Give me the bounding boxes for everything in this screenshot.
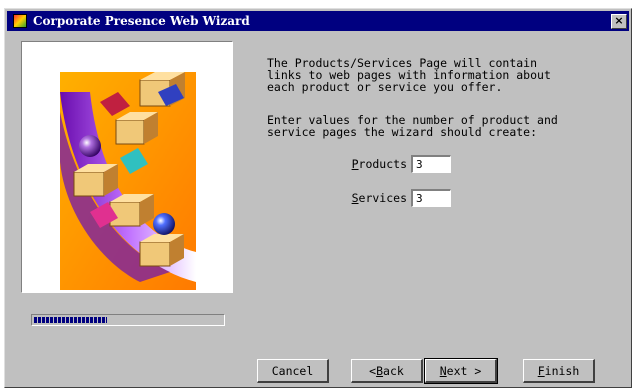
services-label: Services <box>351 191 407 205</box>
page-description: The Products/Services Page will contain … <box>267 45 617 159</box>
app-icon <box>13 14 27 28</box>
wizard-window: Corporate Presence Web Wizard × The Prod… <box>4 8 632 388</box>
description-paragraph-2: Enter values for the number of product a… <box>267 113 558 139</box>
illustration-globe <box>153 213 175 235</box>
back-button[interactable]: < Back <box>351 359 423 383</box>
progress-fill <box>34 317 107 323</box>
wizard-illustration-frame <box>21 41 233 293</box>
cancel-button[interactable]: Cancel <box>257 359 329 383</box>
next-button[interactable]: Next > <box>424 358 498 384</box>
services-input[interactable] <box>411 189 451 207</box>
title-bar[interactable]: Corporate Presence Web Wizard × <box>7 11 629 31</box>
products-label: Products <box>351 157 407 171</box>
window-title: Corporate Presence Web Wizard <box>33 14 250 28</box>
wizard-illustration <box>60 72 196 290</box>
finish-button[interactable]: Finish <box>523 359 595 383</box>
products-field-row: Products <box>335 153 451 175</box>
wizard-progress-bar <box>31 314 225 326</box>
description-paragraph-1: The Products/Services Page will contain … <box>267 56 551 94</box>
illustration-sphere <box>79 135 101 157</box>
products-input[interactable] <box>411 155 451 173</box>
close-button[interactable]: × <box>611 14 627 29</box>
services-field-row: Services <box>335 187 451 209</box>
